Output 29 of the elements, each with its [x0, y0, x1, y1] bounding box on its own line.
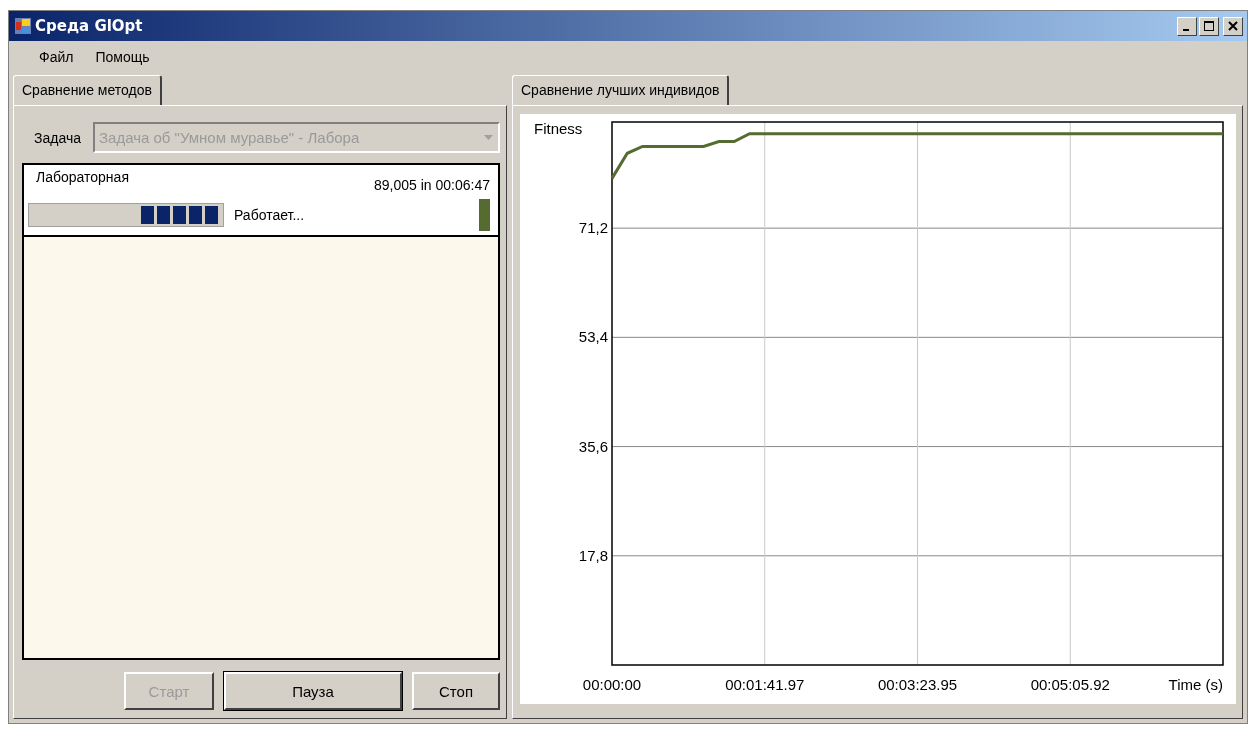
- x-tick-label: 00:01:41.97: [725, 676, 805, 693]
- run-status: Работает...: [234, 207, 305, 223]
- y-tick-label: 53,4: [578, 328, 608, 346]
- y-tick-label: 35,6: [578, 437, 608, 455]
- x-tick-label: 00:05:05.92: [1030, 676, 1110, 693]
- minimize-button[interactable]: [1177, 16, 1197, 36]
- x-axis-title: Time (s): [1168, 676, 1223, 693]
- action-button[interactable]: Стоп: [412, 672, 500, 710]
- tab[interactable]: Сравнение лучших индивидов: [512, 75, 730, 105]
- x-tick-label: 00:03:23.95: [877, 676, 958, 693]
- action-button[interactable]: Пауза: [224, 672, 402, 710]
- minimize-icon: [1182, 29, 1189, 31]
- y-axis-title: Fitness: [534, 120, 583, 137]
- maximize-icon: [1204, 21, 1214, 31]
- close-icon: [1228, 21, 1238, 31]
- menu-item[interactable]: Файл: [39, 49, 74, 65]
- x-tick-label: 00:00:00: [582, 676, 642, 693]
- field-label: Задача: [34, 129, 81, 146]
- run-entry[interactable]: Лабораторная 89,005 in 00:06:47 Работает...: [24, 165, 498, 237]
- close-button[interactable]: [1223, 16, 1243, 36]
- tab[interactable]: Сравнение методов: [13, 75, 162, 105]
- menu-item[interactable]: Помощь: [95, 49, 150, 65]
- y-tick-label: 71,2: [578, 219, 608, 237]
- run-result: 89,005 in 00:06:47: [374, 176, 490, 193]
- app-icon: [15, 18, 31, 34]
- y-tick-label: 17,8: [578, 546, 608, 564]
- window-title: Среда GlOpt: [35, 17, 143, 35]
- run-name: Лабораторная: [35, 169, 129, 187]
- maximize-button[interactable]: [1199, 16, 1219, 36]
